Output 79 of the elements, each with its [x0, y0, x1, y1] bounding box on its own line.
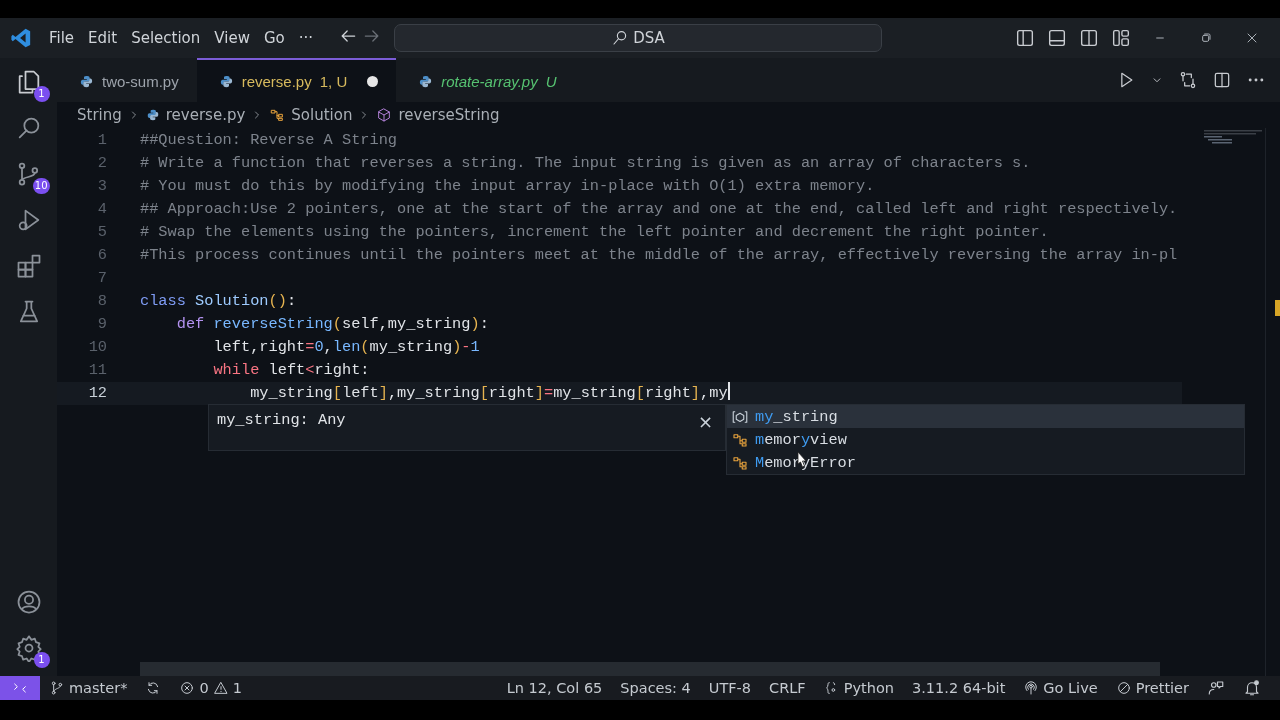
count-badge: 1	[33, 652, 50, 668]
code-line: ##Question: Reverse A String	[140, 130, 398, 151]
code-line: #This process continues until the pointers meet at the middle of the array, effectively reversing the array in-pl	[140, 245, 1178, 266]
line-number: 11	[87, 360, 107, 381]
unsaved-dot	[367, 75, 379, 87]
blocked-icon	[1115, 680, 1132, 696]
warning-icon	[212, 680, 229, 696]
line-number: 8	[96, 291, 107, 312]
line-number: 4	[96, 199, 107, 220]
status-item[interactable]: 3.11.2 64-bit	[903, 680, 1015, 696]
code-line: while left<right:	[212, 360, 370, 381]
close-button[interactable]: ×	[693, 413, 717, 431]
error-icon	[179, 680, 196, 696]
code-line: # Swap the elements using the pointers, increment the left pointer and decrement the right pointer.	[140, 222, 1049, 243]
line-number: 7	[96, 268, 107, 289]
code-line: left,right=0,len(my_string)-1	[212, 337, 480, 358]
status-item[interactable]: Prettier	[1106, 680, 1198, 696]
suggestion-item[interactable]: MemoryError	[727, 451, 1244, 474]
horizontal-scrollbar[interactable]	[140, 662, 1160, 676]
panel-layout-icon[interactable]	[1046, 27, 1068, 49]
suggestion-item[interactable]: my_string	[727, 405, 1244, 428]
breadcrumb-item[interactable]: Solution	[291, 106, 353, 124]
status-item[interactable]: Ln 12, Col 65	[497, 680, 612, 696]
problems-status[interactable]: 0 1	[170, 680, 251, 696]
code-line: class Solution():	[140, 291, 297, 312]
menu-item[interactable]: View	[207, 25, 257, 51]
settings-icon[interactable]	[14, 634, 43, 662]
status-item[interactable]: CRLF	[760, 680, 815, 696]
menu-item[interactable]: Selection	[124, 25, 208, 51]
python-icon	[218, 73, 234, 89]
split-layout-icon[interactable]	[1078, 27, 1100, 49]
split-editor-icon[interactable]	[1212, 70, 1232, 90]
branch-icon	[49, 680, 65, 696]
line-number: 1	[96, 130, 107, 151]
breadcrumb-item[interactable]: reverse.py	[165, 106, 246, 124]
status-item[interactable]: Spaces: 4	[611, 680, 700, 696]
menu-item[interactable]: File	[42, 25, 82, 51]
line-number: 2	[96, 153, 107, 174]
status-item[interactable]: UTF-8	[699, 680, 761, 696]
branch-status[interactable]: master*	[40, 680, 137, 696]
python-icon	[79, 73, 94, 89]
status-item[interactable]: Python	[814, 680, 903, 696]
code-line: # You must do this by modifying the input array in-place with O(1) extra memory.	[140, 176, 875, 197]
broadcast-icon	[1023, 680, 1040, 696]
breadcrumb-item[interactable]: reverseString	[398, 106, 500, 124]
status-item[interactable]: Go Live	[1014, 680, 1107, 696]
remote-icon	[12, 680, 28, 696]
feedback-icon[interactable]	[1207, 679, 1225, 697]
sidebar-layout-icon[interactable]	[1014, 27, 1036, 49]
cube-icon	[376, 107, 393, 123]
class-icon	[269, 107, 286, 123]
line-number: 9	[96, 314, 107, 335]
line-number: 12	[87, 383, 107, 404]
line-number: 10	[87, 337, 107, 358]
python-icon	[418, 73, 434, 89]
line-number: 6	[96, 245, 107, 266]
warning-marker	[1275, 300, 1280, 316]
breadcrumb-item[interactable]: String	[77, 106, 122, 124]
more-menu[interactable]: ···	[291, 25, 321, 51]
editor-tab[interactable]: reverse.py 1, U	[196, 58, 397, 102]
suggestion-item[interactable]: memoryview	[727, 428, 1244, 451]
text-cursor	[727, 382, 730, 400]
search-field[interactable]: DSA	[394, 24, 883, 52]
menu-item[interactable]: Go	[256, 25, 292, 51]
line-number: 3	[96, 176, 107, 197]
count-badge: 10	[32, 178, 50, 194]
python-icon	[145, 108, 160, 122]
menu-item[interactable]: Edit	[81, 25, 125, 51]
vscode-logo-icon	[10, 27, 32, 49]
code-line: def reverseString(self,my_string):	[175, 314, 489, 335]
bell-icon[interactable]	[1243, 679, 1261, 697]
line-number: 5	[96, 222, 107, 243]
customize-layout-icon[interactable]	[1110, 27, 1132, 49]
code-line: # Write a function that reverses a string. The input string is given as an array of characters s.	[140, 153, 1031, 174]
type-hint: my_string: Any	[217, 411, 346, 429]
code-line: my_string[left],my_string[right]=my_string[right],my	[249, 383, 728, 404]
code-line: ## Approach:Use 2 pointers, one at the start of the array and one at the end, called left and right respectively.	[140, 199, 1178, 220]
compare-changes-icon[interactable]	[1178, 70, 1198, 90]
count-badge: 1	[33, 86, 50, 102]
